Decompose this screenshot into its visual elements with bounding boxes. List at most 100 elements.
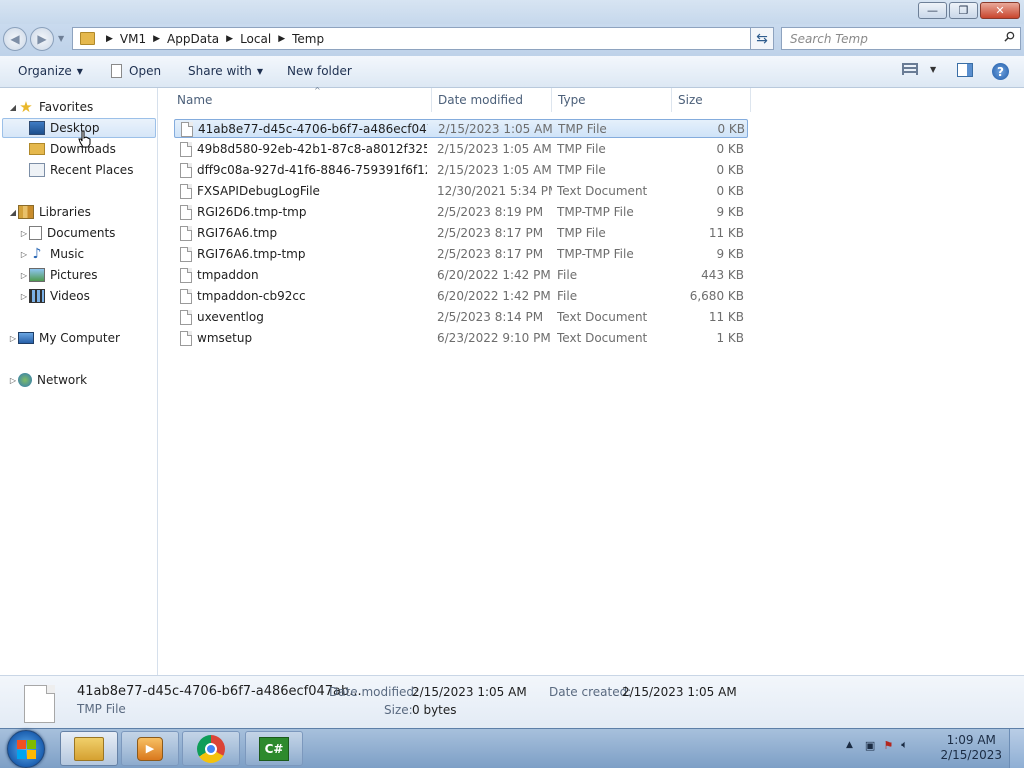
address-bar[interactable]: ▶ VM1 ▶ AppData ▶ Local ▶ Temp ▼ xyxy=(72,27,774,50)
expand-triangle-icon[interactable]: ▷ xyxy=(8,334,18,343)
forward-arrow-icon: ▶ xyxy=(37,32,47,46)
system-tray: ▲ ▣ ⚑ 🔈︎ xyxy=(846,738,908,752)
breadcrumb-separator-icon[interactable]: ▶ xyxy=(106,34,113,44)
file-row[interactable]: uxeventlog 2/5/2023 8:14 PM Text Document 1… xyxy=(174,308,748,327)
details-view-icon xyxy=(902,63,918,75)
help-button[interactable]: ? xyxy=(992,63,1009,80)
expand-triangle-icon[interactable]: ▷ xyxy=(8,376,18,385)
taskbar-csharp-app[interactable]: C# xyxy=(245,731,303,766)
show-desktop-button[interactable] xyxy=(1009,729,1024,768)
nav-label: Videos xyxy=(50,289,90,303)
breadcrumb-separator-icon[interactable]: ▶ xyxy=(278,34,285,44)
nav-network[interactable]: ▷ Network xyxy=(8,370,87,390)
show-hidden-icons-icon[interactable]: ▲ xyxy=(846,740,853,750)
file-date-modified: 2/5/2023 8:14 PM xyxy=(437,310,544,324)
nav-label: My Computer xyxy=(39,331,120,345)
expand-triangle-icon[interactable]: ▷ xyxy=(19,271,29,280)
nav-favorites[interactable]: ◢ ★ Favorites xyxy=(8,97,93,117)
breadcrumb-separator-icon[interactable]: ▶ xyxy=(226,34,233,44)
refresh-button[interactable]: ⇆ xyxy=(750,27,774,50)
file-row[interactable]: wmsetup 6/23/2022 9:10 PM Text Document 1 K… xyxy=(174,329,748,348)
file-row[interactable]: RGI76A6.tmp 2/5/2023 8:17 PM TMP File 11 KB xyxy=(174,224,748,243)
file-row[interactable]: tmpaddon 6/20/2022 1:42 PM File 443 KB xyxy=(174,266,748,285)
file-size: 11 KB xyxy=(708,310,744,324)
change-view-button[interactable]: ▼ xyxy=(902,63,936,75)
expand-triangle-icon[interactable]: ▷ xyxy=(19,292,29,301)
window-title-bar: — ❐ ✕ xyxy=(0,0,1024,24)
start-button[interactable] xyxy=(7,730,45,768)
file-type: TMP File xyxy=(557,226,606,240)
volume-icon[interactable]: 🔈︎ xyxy=(901,738,908,752)
minimize-button[interactable]: — xyxy=(918,2,947,19)
hand-cursor-icon xyxy=(78,130,91,148)
network-status-icon[interactable]: ▣ xyxy=(865,739,875,752)
expand-triangle-icon[interactable]: ▷ xyxy=(19,250,29,259)
file-icon xyxy=(180,331,192,346)
breadcrumb-local[interactable]: Local xyxy=(240,32,271,46)
nav-music[interactable]: ▷ ♪ Music xyxy=(19,244,84,264)
file-name: RGI26D6.tmp-tmp xyxy=(197,205,307,219)
nav-videos[interactable]: ▷ Videos xyxy=(19,286,90,306)
collapse-triangle-icon[interactable]: ◢ xyxy=(8,103,18,112)
file-name: tmpaddon xyxy=(197,268,259,282)
taskbar-explorer[interactable] xyxy=(60,731,118,766)
file-name: 41ab8e77-d45c-4706-b6f7-a486ecf047ab.... xyxy=(198,122,428,136)
taskbar-chrome[interactable] xyxy=(182,731,240,766)
collapse-triangle-icon[interactable]: ◢ xyxy=(8,208,18,217)
breadcrumb-temp[interactable]: Temp xyxy=(292,32,324,46)
forward-button[interactable]: ▶ xyxy=(30,27,54,51)
file-row[interactable]: FXSAPIDebugLogFile 12/30/2021 5:34 PM Text… xyxy=(174,182,748,201)
organize-button[interactable]: Organize ▼ xyxy=(18,64,83,78)
nav-label: Recent Places xyxy=(50,163,134,177)
nav-documents[interactable]: ▷ Documents xyxy=(19,223,115,243)
recent-pages-dropdown[interactable]: ▼ xyxy=(58,34,64,43)
action-center-icon[interactable]: ⚑ xyxy=(883,739,893,752)
open-button[interactable]: Open xyxy=(111,64,161,78)
new-folder-button[interactable]: New folder xyxy=(287,64,352,78)
file-date-modified: 2/15/2023 1:05 AM xyxy=(437,163,552,177)
breadcrumb-vm1[interactable]: VM1 xyxy=(120,32,146,46)
file-size: 9 KB xyxy=(716,205,744,219)
column-header-date-modified[interactable]: Date modified xyxy=(432,88,552,112)
file-icon xyxy=(180,247,192,262)
file-row[interactable]: dff9c08a-927d-41f6-8846-759391f6f12e.t..… xyxy=(174,161,748,180)
new-folder-label: New folder xyxy=(287,64,352,78)
close-button[interactable]: ✕ xyxy=(980,2,1020,19)
expand-triangle-icon[interactable]: ▷ xyxy=(19,229,29,238)
restore-button[interactable]: ❐ xyxy=(949,2,978,19)
preview-pane-button[interactable] xyxy=(957,63,973,77)
system-clock[interactable]: 1:09 AM 2/15/2023 xyxy=(940,733,1002,763)
nav-downloads[interactable]: Downloads xyxy=(29,139,116,159)
taskbar-media-player[interactable]: ▶ xyxy=(121,731,179,766)
breadcrumb-appdata[interactable]: AppData xyxy=(167,32,219,46)
nav-my-computer[interactable]: ▷ My Computer xyxy=(8,328,120,348)
search-icon[interactable] xyxy=(1004,31,1015,42)
folder-icon xyxy=(80,32,95,45)
nav-pictures[interactable]: ▷ Pictures xyxy=(19,265,98,285)
desktop-icon xyxy=(29,121,45,135)
file-row[interactable]: tmpaddon-cb92cc 6/20/2022 1:42 PM File 6,68… xyxy=(174,287,748,306)
clock-date: 2/15/2023 xyxy=(940,748,1002,762)
nav-recent-places[interactable]: Recent Places xyxy=(29,160,133,180)
file-icon xyxy=(180,310,192,325)
media-player-icon: ▶ xyxy=(137,736,163,761)
file-row[interactable]: RGI26D6.tmp-tmp 2/5/2023 8:19 PM TMP-TMP F… xyxy=(174,203,748,222)
back-button[interactable]: ◀ xyxy=(3,27,27,51)
column-header-size[interactable]: Size xyxy=(672,88,751,112)
chrome-icon xyxy=(197,734,225,763)
breadcrumb-separator-icon[interactable]: ▶ xyxy=(153,34,160,44)
file-type: TMP-TMP File xyxy=(557,205,634,219)
file-date-modified: 6/23/2022 9:10 PM xyxy=(437,331,551,345)
chevron-down-icon[interactable]: ▼ xyxy=(930,65,936,74)
column-header-name[interactable]: ^ Name xyxy=(174,86,432,112)
share-with-button[interactable]: Share with ▼ xyxy=(188,64,263,78)
column-header-type[interactable]: Type xyxy=(552,88,672,112)
file-row[interactable]: 41ab8e77-d45c-4706-b6f7-a486ecf047ab....… xyxy=(174,119,748,138)
nav-libraries[interactable]: ◢ Libraries xyxy=(8,202,91,222)
file-type: Text Document xyxy=(557,310,648,324)
file-date-modified: 6/20/2022 1:42 PM xyxy=(437,268,551,282)
csharp-icon: C# xyxy=(259,736,289,761)
file-row[interactable]: RGI76A6.tmp-tmp 2/5/2023 8:17 PM TMP-TMP F… xyxy=(174,245,748,264)
search-input[interactable]: Search Temp xyxy=(781,27,1021,50)
file-row[interactable]: 49b8d580-92eb-42b1-87c8-a8012f325547....… xyxy=(174,140,748,159)
